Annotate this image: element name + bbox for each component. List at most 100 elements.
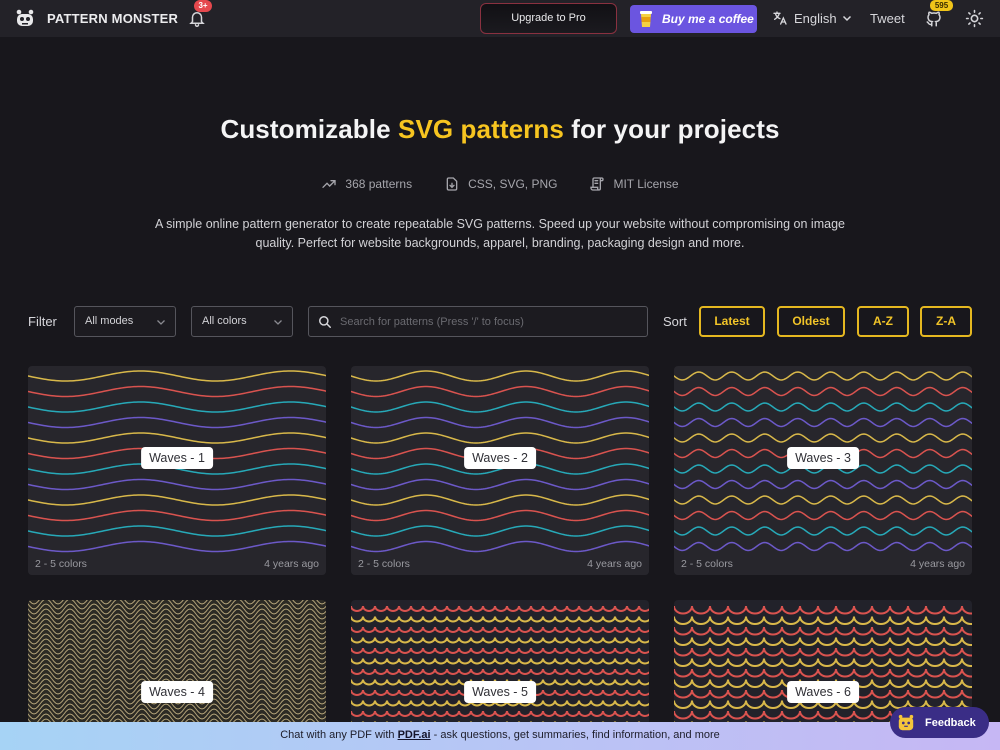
hero-title-prefix: Customizable: [220, 114, 398, 144]
hero-description: A simple online pattern generator to cre…: [155, 217, 845, 250]
hero-title-suffix: for your projects: [563, 114, 780, 144]
pattern-colors: 2 - 5 colors: [358, 558, 410, 570]
wave-line: [674, 402, 972, 412]
search-input[interactable]: [340, 315, 630, 328]
pdf-ai-banner: Chat with any PDF with PDF.ai - ask ques…: [0, 722, 1000, 750]
wave-line: [351, 370, 649, 382]
pattern-card[interactable]: Waves - 5: [351, 600, 649, 730]
scallop-line: [674, 658, 972, 667]
wave-line: [351, 478, 649, 491]
notification-badge: 3+: [194, 0, 212, 12]
search-icon: [319, 315, 331, 328]
wave-line: [28, 525, 326, 537]
banner-prefix: Chat with any PDF with: [280, 729, 398, 741]
wave-line: [28, 432, 326, 444]
scallop-line: [351, 626, 649, 633]
github-stars-badge: 595: [930, 0, 953, 11]
wave-line: [351, 540, 649, 553]
wave-line: [674, 510, 972, 521]
monster-logo-icon[interactable]: [15, 9, 35, 28]
wave-line: [351, 385, 649, 398]
pattern-age: 4 years ago: [587, 558, 642, 570]
wave-line: [351, 432, 649, 444]
pattern-preview-waves-5: [351, 605, 649, 728]
pattern-colors: 2 - 5 colors: [681, 558, 733, 570]
scallop-line: [351, 668, 649, 675]
scallop-line: [674, 616, 972, 625]
feedback-label: Feedback: [925, 716, 976, 729]
stat-label: CSS, SVG, PNG: [468, 177, 558, 191]
wave-line: [674, 371, 972, 381]
sort-a-z-button[interactable]: A-Z: [857, 306, 909, 337]
stat-patterns-count: 368 patterns: [321, 176, 412, 192]
wave-line: [674, 479, 972, 490]
sort-z-a-button[interactable]: Z-A: [920, 306, 972, 337]
pattern-card[interactable]: Waves - 2 2 - 5 colors 4 years ago: [351, 366, 649, 575]
top-navbar: PATTERN MONSTER 3+ Upgrade to Pro Buy me…: [0, 0, 1000, 37]
scallop-line: [674, 647, 972, 657]
scallop-line: [674, 626, 972, 636]
pattern-colors: 2 - 5 colors: [35, 558, 87, 570]
github-icon[interactable]: [925, 10, 943, 28]
search-box[interactable]: [308, 306, 648, 337]
banner-suffix: - ask questions, get summaries, find inf…: [430, 729, 720, 741]
language-selector[interactable]: English: [772, 10, 852, 26]
file-download-icon: [446, 177, 458, 191]
pattern-preview-waves-4: [28, 600, 326, 730]
pattern-age: 4 years ago: [910, 558, 965, 570]
chevron-down-icon: [274, 320, 282, 325]
sun-theme-toggle-icon[interactable]: [965, 9, 984, 28]
pattern-name: Waves - 4: [141, 681, 213, 703]
wave-line: [28, 416, 326, 429]
wave-line: [351, 509, 649, 522]
pattern-name: Waves - 3: [787, 447, 859, 469]
scallop-line: [351, 616, 649, 623]
scallop-line: [351, 710, 649, 717]
pattern-card[interactable]: Waves - 1 2 - 5 colors 4 years ago: [28, 366, 326, 575]
sort-oldest-button[interactable]: Oldest: [777, 306, 845, 337]
pdf-ai-link[interactable]: PDF.ai: [398, 729, 431, 741]
pattern-name: Waves - 1: [141, 447, 213, 469]
wave-line: [28, 370, 326, 382]
chevron-down-icon: [157, 320, 165, 325]
wave-line: [351, 416, 649, 429]
pattern-meta: 2 - 5 colors 4 years ago: [674, 553, 972, 575]
coffee-label: Buy me a coffee: [662, 12, 754, 26]
scallop-line: [351, 637, 649, 644]
license-icon: [590, 177, 605, 191]
wave-line: [674, 541, 972, 552]
upgrade-to-pro-button[interactable]: Upgrade to Pro: [480, 3, 617, 34]
buy-me-a-coffee-button[interactable]: Buy me a coffee: [630, 5, 757, 33]
pattern-age: 4 years ago: [264, 558, 319, 570]
pattern-card[interactable]: Waves - 3 2 - 5 colors 4 years ago: [674, 366, 972, 575]
wave-line: [28, 509, 326, 522]
pattern-card[interactable]: Waves - 4: [28, 600, 326, 730]
coffee-cup-icon: [640, 11, 652, 27]
wave-line: [351, 525, 649, 537]
trending-up-icon: [322, 180, 337, 188]
scallop-line: [351, 658, 649, 665]
mode-filter-select[interactable]: All modes: [74, 306, 176, 337]
tweet-link[interactable]: Tweet: [870, 11, 905, 26]
wave-line: [674, 417, 972, 428]
scallop-line: [351, 605, 649, 612]
stat-license: MIT License: [589, 176, 679, 192]
pattern-meta: 2 - 5 colors 4 years ago: [28, 553, 326, 575]
wave-line: [28, 540, 326, 553]
feedback-button[interactable]: Feedback: [890, 707, 989, 738]
mode-filter-value: All modes: [85, 315, 134, 327]
wave-line: [674, 386, 972, 397]
scallop-line: [674, 637, 972, 646]
stat-label: MIT License: [613, 177, 679, 191]
hero-title: Customizable SVG patterns for your proje…: [0, 114, 1000, 145]
brand-name[interactable]: PATTERN MONSTER: [47, 11, 178, 26]
wave-line: [28, 478, 326, 491]
wave-line: [674, 433, 972, 443]
translate-icon: [773, 11, 787, 25]
stat-formats: CSS, SVG, PNG: [444, 176, 557, 192]
stat-label: 368 patterns: [345, 177, 413, 191]
color-filter-select[interactable]: All colors: [191, 306, 293, 337]
pattern-name: Waves - 2: [464, 447, 536, 469]
pattern-meta: 2 - 5 colors 4 years ago: [351, 553, 649, 575]
sort-latest-button[interactable]: Latest: [699, 306, 765, 337]
